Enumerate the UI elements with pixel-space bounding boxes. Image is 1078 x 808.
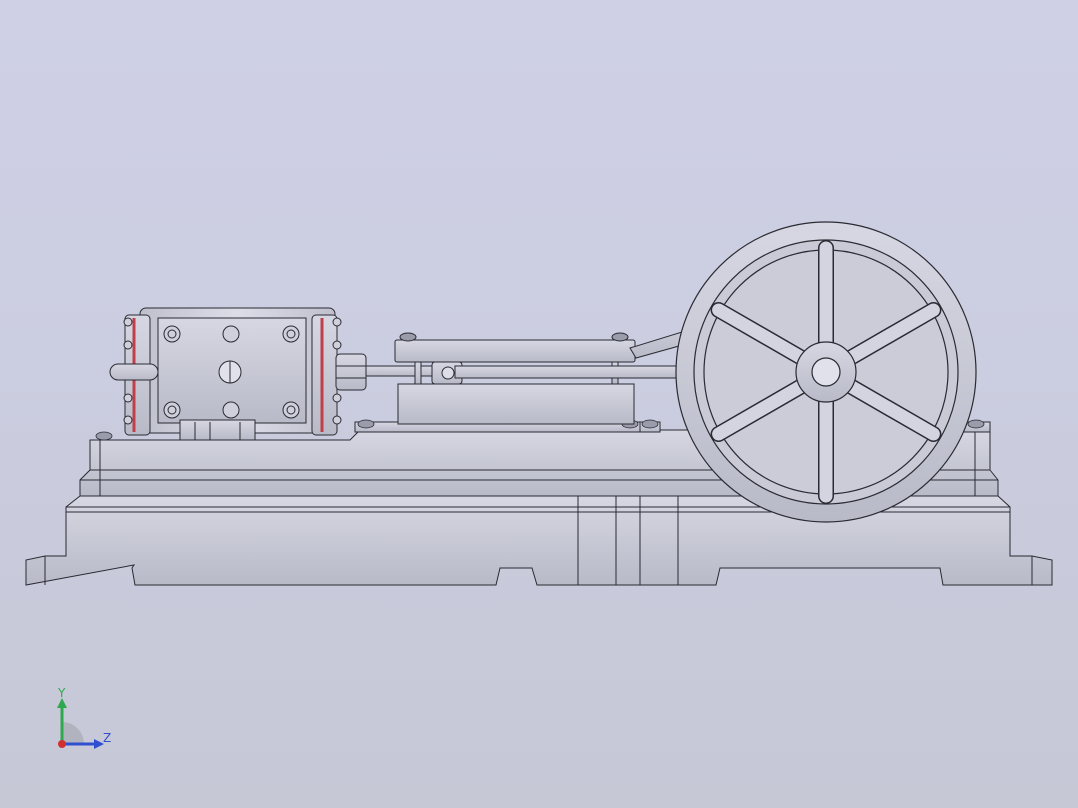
model-scene[interactable] [0,0,1078,808]
cylinder[interactable] [109,307,342,441]
x-axis-dot [58,740,66,748]
view-orientation-triad[interactable]: Y Z [40,680,130,760]
triad-graphic [57,698,104,749]
z-axis-label: Z [103,731,112,745]
flywheel[interactable] [675,221,977,523]
y-axis-label: Y [58,686,66,700]
graphics-viewport[interactable]: Y Z [0,0,1078,808]
